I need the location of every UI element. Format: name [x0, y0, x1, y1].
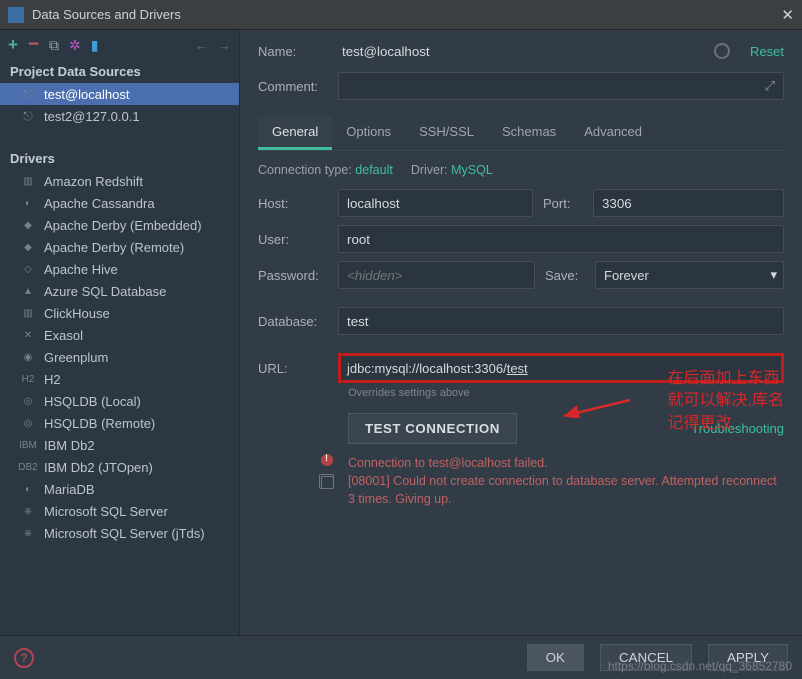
driver-item[interactable]: ◎HSQLDB (Local) — [0, 390, 239, 412]
driver-icon: ◇ — [20, 261, 36, 277]
conn-type-label: Connection type: — [258, 163, 352, 177]
sidebar-toolbar: + − ⧉ ✲ ▮ ← → — [0, 30, 239, 60]
driver-item[interactable]: ◇Apache Hive — [0, 258, 239, 280]
driver-icon: DB2 — [20, 459, 36, 475]
remove-icon[interactable]: − — [28, 34, 39, 56]
driver-item[interactable]: ◆Apache Derby (Embedded) — [0, 214, 239, 236]
error-block: Connection to test@localhost failed. [08… — [240, 444, 802, 508]
driver-item[interactable]: ✕Exasol — [0, 324, 239, 346]
driver-item[interactable]: ◉Greenplum — [0, 346, 239, 368]
expand-icon[interactable]: ⤢ — [765, 78, 775, 94]
driver-icon: ◆ — [20, 217, 36, 233]
driver-item[interactable]: ◎HSQLDB (Remote) — [0, 412, 239, 434]
ok-button[interactable]: OK — [527, 644, 584, 671]
driver-icon: ◐ — [20, 481, 36, 497]
driver-item[interactable]: ⎈Microsoft SQL Server — [0, 500, 239, 522]
error-icon — [321, 454, 333, 466]
chevron-down-icon: ▾ — [770, 267, 777, 283]
driver-icon: ◎ — [20, 415, 36, 431]
database-input[interactable] — [338, 307, 784, 335]
datasource-icon: ⎋ — [20, 108, 36, 124]
name-input[interactable] — [338, 38, 704, 64]
tabs: GeneralOptionsSSH/SSLSchemasAdvanced — [258, 116, 784, 151]
driver-item[interactable]: ▥Amazon Redshift — [0, 170, 239, 192]
gear-icon[interactable]: ✲ — [69, 37, 81, 54]
help-icon[interactable]: ? — [14, 648, 34, 668]
nav-back-icon[interactable]: ← — [195, 38, 208, 53]
footer: ? OK CANCEL APPLY — [0, 635, 802, 679]
driver-item[interactable]: H2H2 — [0, 368, 239, 390]
driver-item[interactable]: ◆Apache Derby (Remote) — [0, 236, 239, 258]
driver-item[interactable]: ▥ClickHouse — [0, 302, 239, 324]
error-line-2: [08001] Could not create connection to d… — [348, 472, 784, 508]
annotation-arrow — [562, 398, 632, 418]
driver-icon: ◎ — [20, 393, 36, 409]
error-line-1: Connection to test@localhost failed. — [348, 454, 784, 472]
drivers-header: Drivers — [0, 147, 239, 170]
port-label: Port: — [543, 196, 583, 211]
driver-icon: H2 — [20, 371, 36, 387]
nav-forward-icon[interactable]: → — [218, 38, 231, 53]
url-label: URL: — [258, 361, 328, 376]
titlebar: Data Sources and Drivers ✕ — [0, 0, 802, 30]
password-label: Password: — [258, 268, 328, 283]
driver-icon: ◐ — [20, 195, 36, 211]
driver-item[interactable]: ◐Apache Cassandra — [0, 192, 239, 214]
apply-button[interactable]: APPLY — [708, 644, 788, 671]
host-label: Host: — [258, 196, 328, 211]
driver-icon: ▲ — [20, 283, 36, 299]
save-label: Save: — [545, 268, 585, 283]
driver-item[interactable]: ◐MariaDB — [0, 478, 239, 500]
user-input[interactable] — [338, 225, 784, 253]
copy-icon[interactable]: ⧉ — [49, 37, 59, 54]
driver-item[interactable]: ▲Azure SQL Database — [0, 280, 239, 302]
port-input[interactable] — [593, 189, 784, 217]
project-sources-header: Project Data Sources — [0, 60, 239, 83]
reset-link[interactable]: Reset — [750, 44, 784, 59]
driver-icon: IBM — [20, 437, 36, 453]
sidebar: + − ⧉ ✲ ▮ ← → Project Data Sources ⎋test… — [0, 30, 240, 635]
app-icon — [8, 7, 24, 23]
password-input[interactable] — [338, 261, 535, 289]
close-icon[interactable]: ✕ — [781, 6, 794, 24]
annotation-text: 在后面加上东西 就可以解决,库名 记得更改 — [668, 368, 784, 435]
save-select[interactable]: Forever ▾ — [595, 261, 784, 289]
tab-general[interactable]: General — [258, 116, 332, 150]
host-input[interactable] — [338, 189, 533, 217]
details-panel: Name: Reset Comment: ⤢ GeneralOptionsSSH… — [240, 30, 802, 635]
driver-icon: ◉ — [20, 349, 36, 365]
cancel-button[interactable]: CANCEL — [600, 644, 692, 671]
driver-value[interactable]: MySQL — [451, 163, 493, 177]
comment-input[interactable]: ⤢ — [338, 72, 784, 100]
window-title: Data Sources and Drivers — [32, 7, 181, 22]
conn-type-value[interactable]: default — [355, 163, 393, 177]
driver-icon: ⎈ — [20, 525, 36, 541]
driver-item[interactable]: ⎈Microsoft SQL Server (jTds) — [0, 522, 239, 544]
driver-item[interactable]: IBMIBM Db2 — [0, 434, 239, 456]
page-icon[interactable]: ▮ — [91, 37, 99, 54]
add-icon[interactable]: + — [8, 35, 18, 55]
datasource-icon: ⎋ — [20, 86, 36, 102]
color-picker-icon[interactable] — [714, 43, 730, 59]
driver-icon: ▥ — [20, 173, 36, 189]
datasource-item[interactable]: ⎋test2@127.0.0.1 — [0, 105, 239, 127]
user-label: User: — [258, 232, 328, 247]
name-label: Name: — [258, 44, 328, 59]
tab-schemas[interactable]: Schemas — [488, 116, 570, 150]
driver-icon: ▥ — [20, 305, 36, 321]
driver-icon: ✕ — [20, 327, 36, 343]
driver-icon: ◆ — [20, 239, 36, 255]
tab-advanced[interactable]: Advanced — [570, 116, 656, 150]
tab-sshssl[interactable]: SSH/SSL — [405, 116, 488, 150]
comment-label: Comment: — [258, 79, 328, 94]
driver-label: Driver: — [411, 163, 448, 177]
database-label: Database: — [258, 314, 328, 329]
tab-options[interactable]: Options — [332, 116, 405, 150]
driver-item[interactable]: DB2IBM Db2 (JTOpen) — [0, 456, 239, 478]
test-connection-button[interactable]: TEST CONNECTION — [348, 413, 517, 444]
copy-error-icon[interactable] — [321, 476, 334, 489]
datasource-item[interactable]: ⎋test@localhost — [0, 83, 239, 105]
driver-icon: ⎈ — [20, 503, 36, 519]
